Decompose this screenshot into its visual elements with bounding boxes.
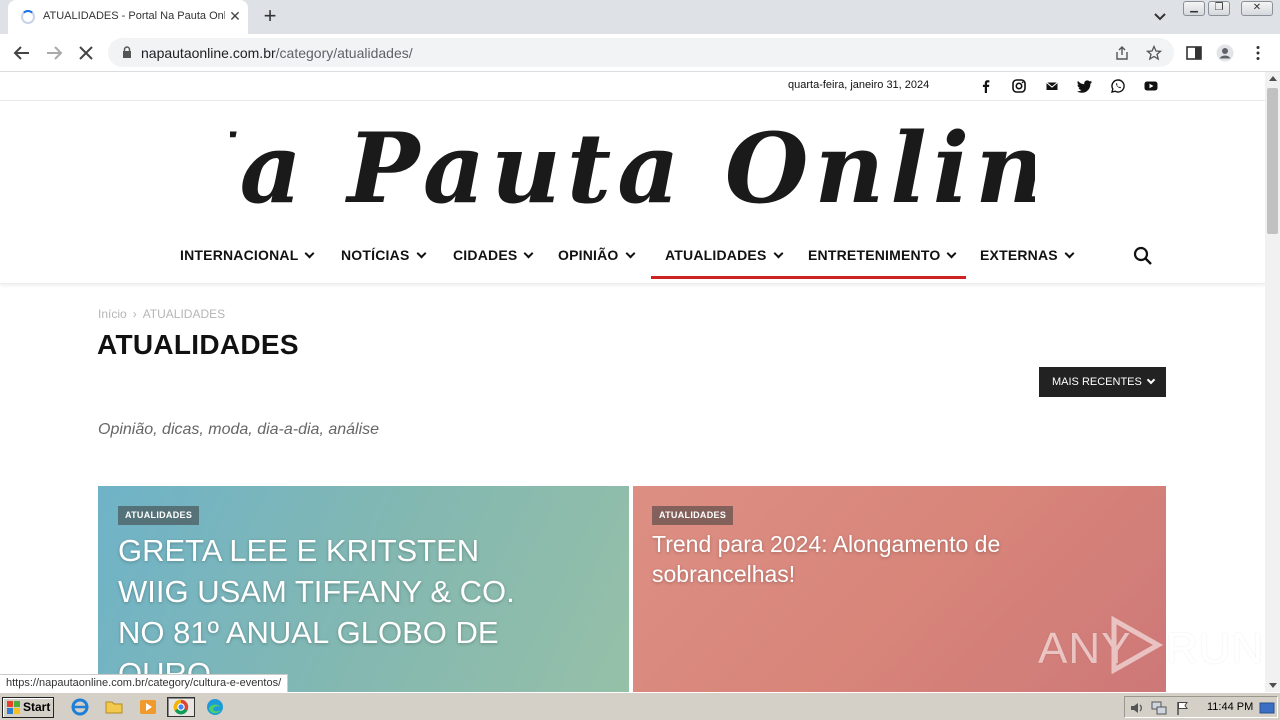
taskbar-clock[interactable]: 11:44 PM [1207,701,1253,713]
category-description: Opinião, dicas, moda, dia-a-dia, análise [98,421,380,438]
url-text[interactable]: napautaonline.com.br/category/atualidade… [141,45,413,61]
menu-item-opiniao[interactable]: OPINIÃO [558,236,635,280]
close-tab-icon[interactable]: ✕ [227,8,243,24]
facebook-icon[interactable] [978,78,994,94]
sort-dropdown-button[interactable]: MAIS RECENTES [1039,367,1166,397]
start-button[interactable]: Start [2,697,54,718]
browser-tab-strip: ATUALIDADES - Portal Na Pauta Online ✕ +… [0,0,1280,34]
scrollbar-thumb[interactable] [1267,88,1278,234]
breadcrumb-separator: › [132,307,137,321]
tab-search-chevron-icon[interactable] [1151,8,1169,26]
page-viewport: quarta-feira, janeiro 31, 2024 Na Pauta … [0,72,1265,692]
status-bar-url: https://napautaonline.com.br/category/cu… [0,674,289,692]
chevron-down-icon [625,248,635,259]
show-desktop-icon[interactable] [1259,700,1275,716]
windows-logo-icon [7,701,20,714]
lock-icon[interactable] [122,46,132,58]
whatsapp-icon[interactable] [1110,78,1126,94]
chevron-down-icon [523,248,534,259]
close-window-button[interactable]: ✕ [1241,1,1273,16]
action-center-flag-icon[interactable] [1175,700,1191,716]
network-icon[interactable] [1151,700,1167,716]
article-card[interactable]: ATUALIDADES GRETA LEE E KRITSTEN WIIG US… [98,486,629,692]
breadcrumb-home-link[interactable]: Início [98,307,127,321]
share-icon[interactable] [1114,45,1130,61]
chevron-down-icon [1064,248,1075,259]
current-date: quarta-feira, janeiro 31, 2024 [788,79,930,91]
site-logo[interactable]: Na Pauta Online [230,112,1035,222]
windows-taskbar: Start 11:44 PM [0,692,1280,720]
menu-item-cidades[interactable]: CIDADES [453,236,534,280]
anyrun-watermark: ANY RUN [1038,610,1263,676]
profile-avatar-icon[interactable] [1216,44,1234,62]
menu-item-atualidades[interactable]: ATUALIDADES [665,236,783,280]
play-logo-icon [1111,616,1164,674]
main-navigation: INTERNACIONAL NOTÍCIAS CIDADES OPINIÃO A… [0,236,1265,284]
volume-icon[interactable] [1129,700,1145,716]
loading-spinner-icon [21,10,35,24]
system-tray: 11:44 PM [1124,696,1278,718]
edge-icon[interactable] [204,697,226,717]
window-controls: ▁ ❐ ✕ [1183,1,1275,17]
youtube-icon[interactable] [1143,78,1159,94]
breadcrumb: Início › ATUALIDADES [98,307,225,321]
svg-text:Na Pauta Online: Na Pauta Online [230,112,1035,222]
back-arrow-icon[interactable] [11,42,33,64]
article-title[interactable]: Trend para 2024: Alongamento de sobrance… [652,529,1072,589]
bookmark-star-icon[interactable] [1146,45,1162,61]
chevron-down-icon [305,248,315,259]
scroll-up-arrow-icon[interactable] [1269,76,1277,81]
page-title: ATUALIDADES [97,329,299,360]
chevron-down-icon [416,248,426,259]
menu-item-entretenimento[interactable]: ENTRETENIMENTO [808,236,957,280]
top-bar: quarta-feira, janeiro 31, 2024 [0,72,1265,101]
search-icon[interactable] [1132,245,1154,267]
browser-tab[interactable]: ATUALIDADES - Portal Na Pauta Online ✕ [8,0,248,34]
active-menu-underline [651,276,966,279]
chevron-down-icon [773,248,783,259]
more-menu-icon[interactable] [1249,44,1267,62]
twitter-icon[interactable] [1077,78,1093,94]
category-badge[interactable]: ATUALIDADES [652,506,734,525]
browser-toolbar: napautaonline.com.br/category/atualidade… [0,34,1280,72]
chrome-icon[interactable] [167,697,195,717]
stop-loading-icon[interactable] [75,42,97,64]
chevron-down-icon [1146,375,1156,385]
email-icon[interactable] [1044,78,1060,94]
menu-item-noticias[interactable]: NOTÍCIAS [341,236,426,280]
chevron-down-icon [946,248,957,259]
address-bar[interactable]: napautaonline.com.br/category/atualidade… [108,38,1174,67]
maximize-button[interactable]: ❐ [1208,1,1230,16]
menu-item-internacional[interactable]: INTERNACIONAL [180,236,315,280]
menu-item-externas[interactable]: EXTERNAS [980,236,1075,280]
file-explorer-icon[interactable] [103,697,125,717]
minimize-button[interactable]: ▁ [1183,1,1205,16]
article-title[interactable]: GRETA LEE E KRITSTEN WIIG USAM TIFFANY &… [118,530,548,692]
side-panel-icon[interactable] [1185,44,1203,62]
forward-arrow-icon[interactable] [43,42,65,64]
scroll-down-arrow-icon[interactable] [1269,683,1277,688]
media-player-icon[interactable] [137,697,159,717]
page-scrollbar[interactable] [1265,72,1280,692]
sort-label: MAIS RECENTES [1052,376,1142,388]
internet-explorer-icon[interactable] [69,697,91,717]
new-tab-button[interactable]: + [259,5,281,28]
tab-title: ATUALIDADES - Portal Na Pauta Online [43,10,225,22]
breadcrumb-current[interactable]: ATUALIDADES [143,307,225,321]
instagram-icon[interactable] [1011,78,1027,94]
category-badge[interactable]: ATUALIDADES [118,506,200,525]
